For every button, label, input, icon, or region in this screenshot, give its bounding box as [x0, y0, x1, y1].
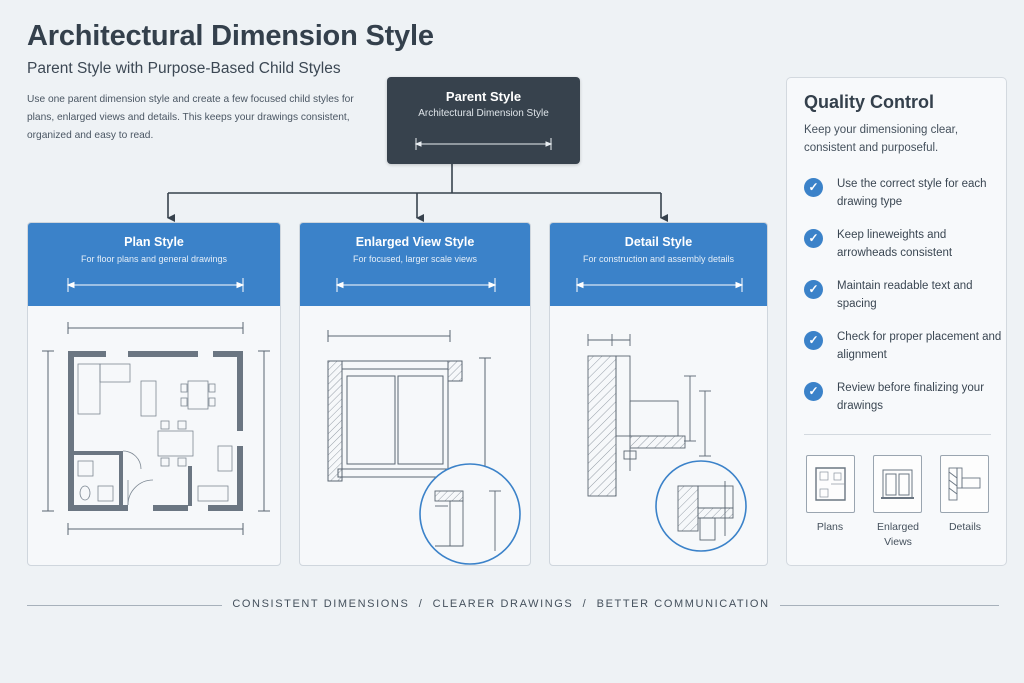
quality-control-title: Quality Control [804, 92, 934, 112]
check-icon: ✓ [804, 382, 823, 401]
enlarged-view-style-card: Enlarged View Style For focused, larger … [299, 222, 531, 566]
detail-section-icon [948, 467, 981, 501]
dimension-line-icon [66, 278, 245, 292]
detail-style-header: Detail Style For construction and assemb… [550, 223, 767, 306]
detail-style-subtitle: For construction and assembly details [582, 254, 735, 264]
enlarged-view-style-title: Enlarged View Style [355, 235, 475, 249]
parent-style-subtitle: Architectural Dimension Style [418, 108, 549, 119]
details-thumbnail [940, 455, 989, 513]
plan-style-card: Plan Style For floor plans and general d… [27, 222, 281, 566]
parent-style-title: Parent Style [445, 89, 522, 104]
detail-style-title: Detail Style [624, 235, 693, 249]
floor-plan-drawing [42, 322, 270, 535]
checklist-item-text: Check for proper placement and alignment [837, 331, 1002, 361]
footer-divider-left [27, 605, 222, 606]
window-elevation-drawing [327, 330, 521, 565]
plan-style-title: Plan Style [124, 235, 184, 249]
checklist-item-text: Maintain readable text and spacing [837, 280, 973, 310]
details-label: Details [948, 521, 982, 533]
divider [804, 434, 991, 435]
enlarged-views-label: Enlarged Views [876, 521, 920, 548]
checklist-item-text: Keep lineweights and arrowheads consiste… [837, 229, 953, 259]
checklist-item-text: Review before finalizing your drawings [837, 382, 985, 412]
detail-style-card: Detail Style For construction and assemb… [549, 222, 768, 566]
footer-tagline: CONSISTENT DIMENSIONS / CLEARER DRAWINGS… [232, 598, 770, 610]
enlarged-views-thumbnail [873, 455, 922, 513]
plans-label: Plans [816, 521, 844, 533]
plan-style-header: Plan Style For floor plans and general d… [28, 223, 280, 306]
dimension-line-icon [414, 138, 553, 150]
dimension-line-icon [335, 278, 497, 292]
check-icon: ✓ [804, 229, 823, 248]
check-icon: ✓ [804, 280, 823, 299]
quality-control-description: Keep your dimensioning clear, consistent… [804, 124, 959, 154]
check-icon: ✓ [804, 178, 823, 197]
window-icon [881, 469, 914, 499]
plans-thumbnail [806, 455, 855, 513]
construction-detail-drawing [587, 334, 747, 552]
floor-plan-icon [815, 467, 846, 501]
parent-style-box: Parent Style Architectural Dimension Sty… [387, 77, 580, 164]
footer-divider-right [780, 605, 999, 606]
enlarged-view-style-header: Enlarged View Style For focused, larger … [300, 223, 530, 306]
enlarged-view-style-subtitle: For focused, larger scale views [352, 254, 478, 264]
check-icon: ✓ [804, 331, 823, 350]
plan-style-subtitle: For floor plans and general drawings [80, 254, 228, 264]
dimension-line-icon [575, 278, 744, 292]
checklist-item-text: Use the correct style for each drawing t… [837, 178, 987, 208]
quality-control-panel: Quality Control Keep your dimensioning c… [786, 77, 1007, 566]
